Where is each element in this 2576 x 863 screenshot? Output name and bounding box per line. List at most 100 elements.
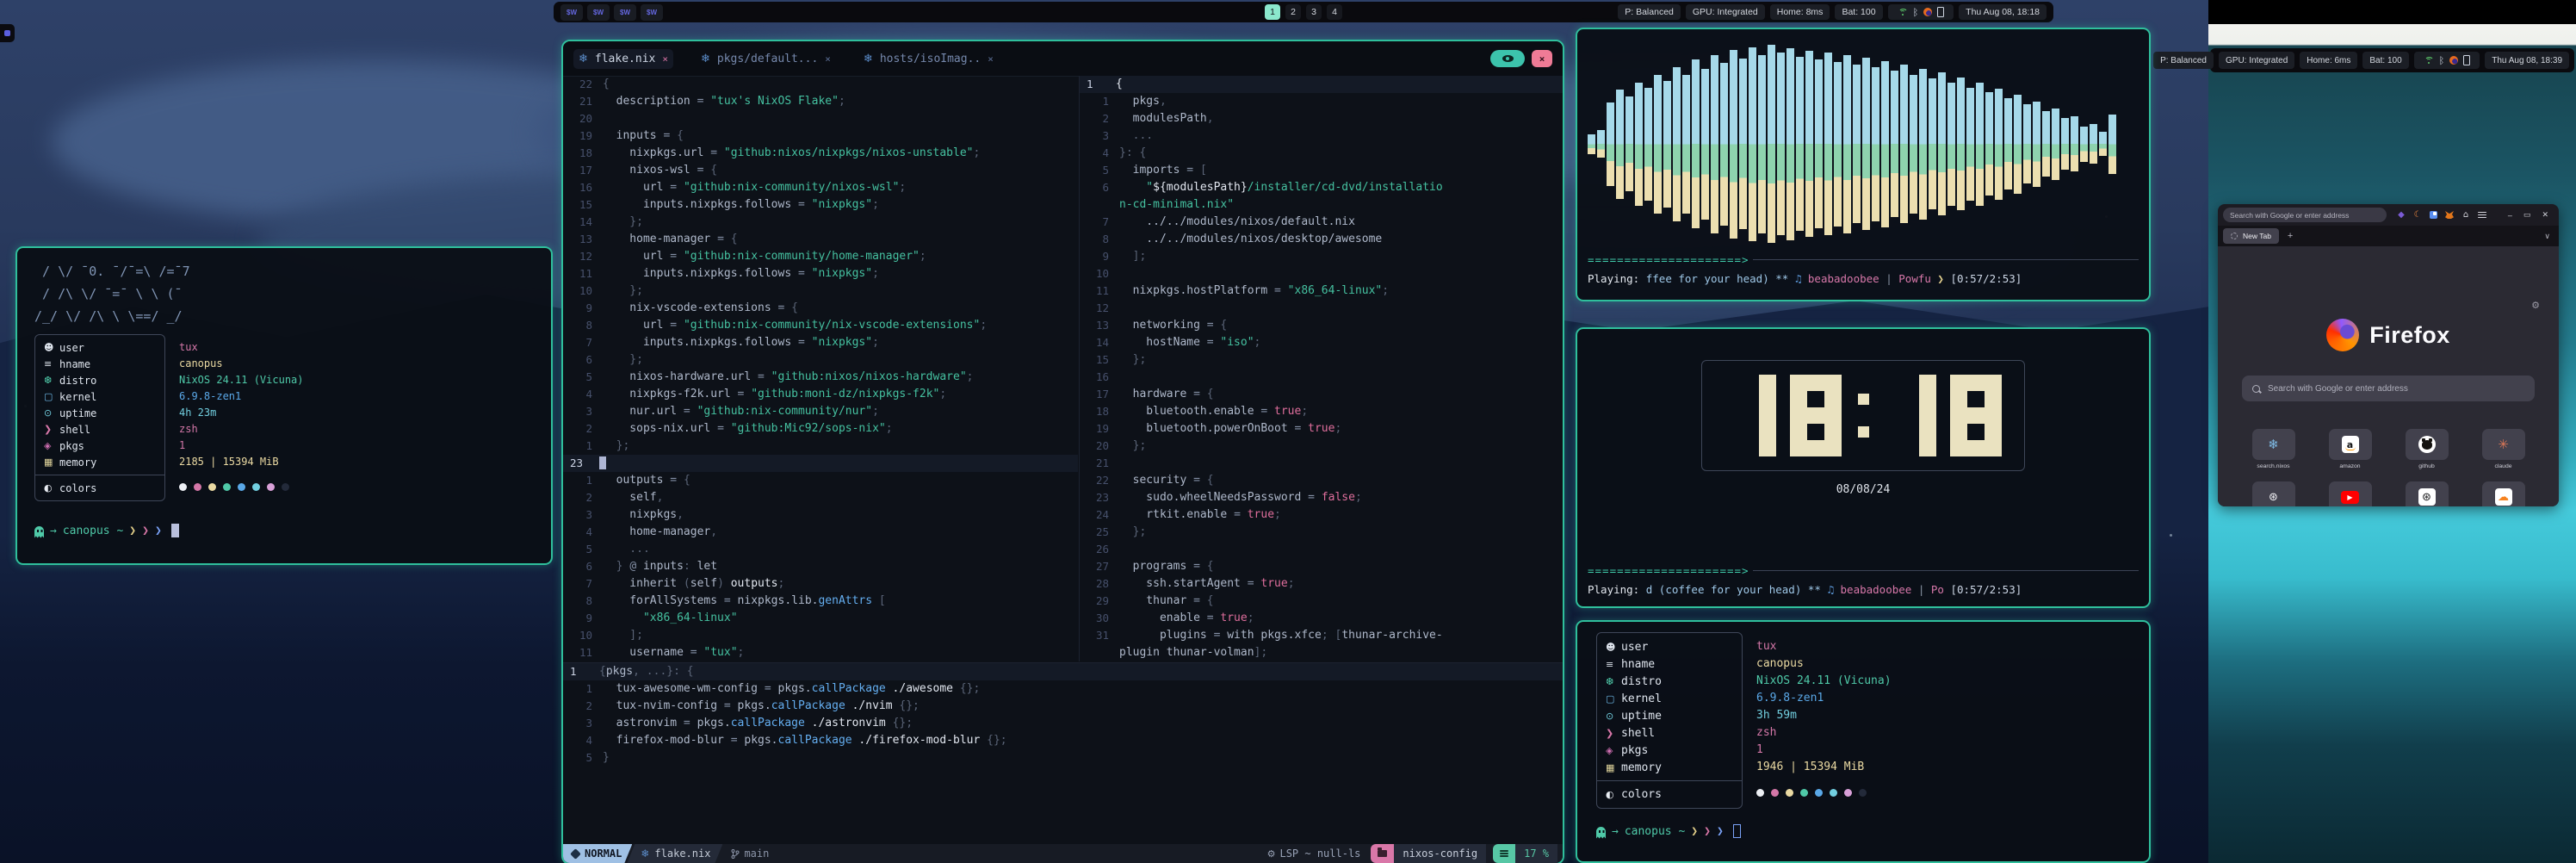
distro-icon: ❆	[1606, 676, 1621, 687]
line-number: 29	[1080, 593, 1119, 610]
playing-token: beabadoobee	[1834, 583, 1911, 596]
token: [	[872, 594, 886, 607]
code-line: 2 modulesPath,	[1080, 110, 1563, 127]
playing-token: [0:57/2:53]	[1944, 272, 2022, 285]
code-text: };	[1119, 524, 1146, 541]
shortcut-tile-claude[interactable]: ✳claude	[2465, 429, 2542, 469]
shell-prompt[interactable]: →canopus ~❯❯❯	[34, 524, 534, 537]
token: nixpkgs-f2k.url	[603, 388, 738, 400]
firefox-tray-icon[interactable]	[2449, 56, 2458, 65]
code-pane-flake[interactable]: 22{21 description = "tux's NixOS Flake";…	[563, 76, 1078, 661]
shortcut-tile-chatgpt[interactable]: ⊛chatgpt	[2235, 481, 2312, 506]
digit-cell	[1790, 407, 1807, 424]
fastfetch-box: ☻user≡hname❆distro▢kernel⊙uptime❯shell◈p…	[1596, 632, 1743, 809]
token: security	[1119, 474, 1193, 487]
tabs-dropdown-icon[interactable]: ∨	[2544, 232, 2554, 241]
neovim-editor-window[interactable]: ❄flake.nix× ❄pkgs/default...× ❄hosts/isoIm…	[561, 40, 1564, 863]
tag-button[interactable]: $W	[560, 4, 583, 21]
line-number: 14	[1080, 334, 1119, 351]
menu-icon[interactable]	[2478, 212, 2486, 219]
shortcut-tile-amazon[interactable]: aamazon	[2312, 429, 2388, 469]
digit-cell	[1950, 407, 1967, 424]
token: {	[599, 665, 606, 678]
workspace-3[interactable]: 3	[1306, 4, 1322, 20]
mode-label: NORMAL	[585, 847, 622, 860]
terminal-clock[interactable]: 08/08/24 =====================> Playing:…	[1576, 327, 2151, 608]
eye-button[interactable]	[1490, 50, 1525, 67]
terminal-fastfetch-left[interactable]: / \/ ¯0. ¯/¯=\ /=¯7 / /\ \/ ¯=¯ \ \ (¯ /…	[15, 246, 553, 565]
extension-icons: ◆ ☾ ⌂	[2397, 211, 2486, 220]
window-close-button[interactable]: ×	[1532, 50, 1552, 67]
fetch-row-memory: ▦memory	[35, 454, 164, 470]
code-pane-iso[interactable]: 1{1 pkgs,2 modulesPath,3 ...4}: {5 impor…	[1079, 76, 1563, 661]
bluetooth-icon[interactable]: ᛒ	[2439, 56, 2445, 65]
home-icon[interactable]: ⌂	[2461, 211, 2470, 220]
visualizer-bar	[1853, 65, 1861, 223]
minimize-button[interactable]: –	[2508, 211, 2512, 220]
workspace-1[interactable]: 1	[1265, 4, 1280, 20]
token: =	[798, 267, 812, 280]
workspace-4[interactable]: 4	[1327, 4, 1342, 20]
code-line: 4 nixpkgs-f2k.url = "github:moni-dz/nixp…	[563, 386, 1078, 403]
shortcut-tile-github[interactable]: github	[2388, 429, 2465, 469]
tag-button[interactable]: $W	[587, 4, 610, 21]
code-text: tux-awesome-wm-config = pkgs.callPackage…	[603, 680, 980, 698]
shortcut-tile-youtube[interactable]: ▶youtube	[2312, 481, 2388, 506]
tab-close-icon[interactable]: ×	[825, 53, 831, 65]
line-number: 5	[563, 369, 603, 386]
visualizer-bar	[1910, 75, 1917, 214]
wifi-icon[interactable]	[2424, 57, 2434, 65]
extension-icon-1[interactable]: ◆	[2397, 211, 2406, 220]
metamask-icon[interactable]	[2445, 211, 2454, 219]
phone-icon[interactable]	[2463, 55, 2470, 65]
line-number: 27	[1080, 558, 1119, 575]
token: ;	[778, 577, 785, 590]
fetch-label: user	[1621, 641, 1648, 654]
token: inputs.nixpkgs.follows	[603, 267, 798, 280]
editor-tab-pkgs-default-[interactable]: ❄pkgs/default...×	[696, 49, 836, 69]
token: =	[1274, 284, 1288, 297]
token: =	[1295, 422, 1309, 435]
wifi-icon[interactable]	[1898, 9, 1908, 16]
digit-cell	[1902, 407, 1919, 424]
token: =	[778, 301, 792, 314]
tab-new-tab[interactable]: New Tab	[2223, 228, 2279, 244]
tab-close-icon[interactable]: ×	[988, 53, 994, 65]
firefox-tray-icon[interactable]	[1923, 8, 1932, 16]
tab-close-icon[interactable]: ×	[662, 53, 668, 65]
editor-tab-hosts-isoImag-[interactable]: ❄hosts/isoImag..×	[858, 49, 999, 69]
phone-icon[interactable]	[1937, 7, 1944, 17]
url-bar[interactable]: Search with Google or enter address	[2223, 208, 2387, 222]
new-tab-button[interactable]: +	[2288, 231, 2293, 241]
shortcut-tile-search-nixos[interactable]: ❄search.nixos	[2235, 429, 2312, 469]
editor-tab-flake-nix[interactable]: ❄flake.nix×	[573, 49, 673, 69]
clock-colon	[1855, 375, 1871, 456]
token: =	[758, 370, 771, 383]
code-line: 18 bluetooth.enable = true;	[1080, 403, 1563, 420]
newtab-settings-gear-icon[interactable]: ⚙	[2531, 300, 2540, 311]
mode-segment: NORMAL	[563, 844, 632, 863]
tag-button[interactable]: $W	[641, 4, 663, 21]
token: {};	[960, 682, 980, 695]
visualizer-bar	[1607, 102, 1614, 186]
code-line: 29 thunar = {	[1080, 593, 1563, 610]
extension-icon-2[interactable]: ☾	[2413, 211, 2422, 220]
close-button[interactable]: ✕	[2542, 210, 2548, 220]
shortcut-tile-chat-openai[interactable]: ⊛chat.openai	[2388, 481, 2465, 506]
terminal-fastfetch-right[interactable]: ☻user≡hname❆distro▢kernel⊙uptime❯shell◈p…	[1576, 620, 2151, 863]
line-number: 9	[1080, 248, 1119, 265]
newtab-search-bar[interactable]: Search with Google or enter address	[2242, 376, 2535, 401]
terminal-cava[interactable]: =====================> Playing: ffee for…	[1576, 28, 2151, 301]
extension-icon-3[interactable]	[2430, 211, 2437, 219]
code-text: enable = true;	[1119, 610, 1254, 627]
line-number: 20	[1080, 438, 1119, 455]
shell-prompt[interactable]: →canopus ~❯❯❯	[1596, 824, 2130, 838]
firefox-window[interactable]: Search with Google or enter address ◆ ☾ …	[2218, 204, 2559, 506]
code-pane-pkgs[interactable]: 1{pkgs, ...}: {1 tux-awesome-wm-config =…	[563, 662, 1563, 844]
bluetooth-icon[interactable]: ᛒ	[1913, 8, 1919, 17]
tag-button[interactable]: $W	[614, 4, 636, 21]
shortcut-tile-cloudflare[interactable]: ☁cloudflare	[2465, 481, 2542, 506]
maximize-button[interactable]: ▭	[2523, 210, 2531, 220]
code-text: {	[1116, 76, 1123, 93]
workspace-2[interactable]: 2	[1285, 4, 1301, 20]
